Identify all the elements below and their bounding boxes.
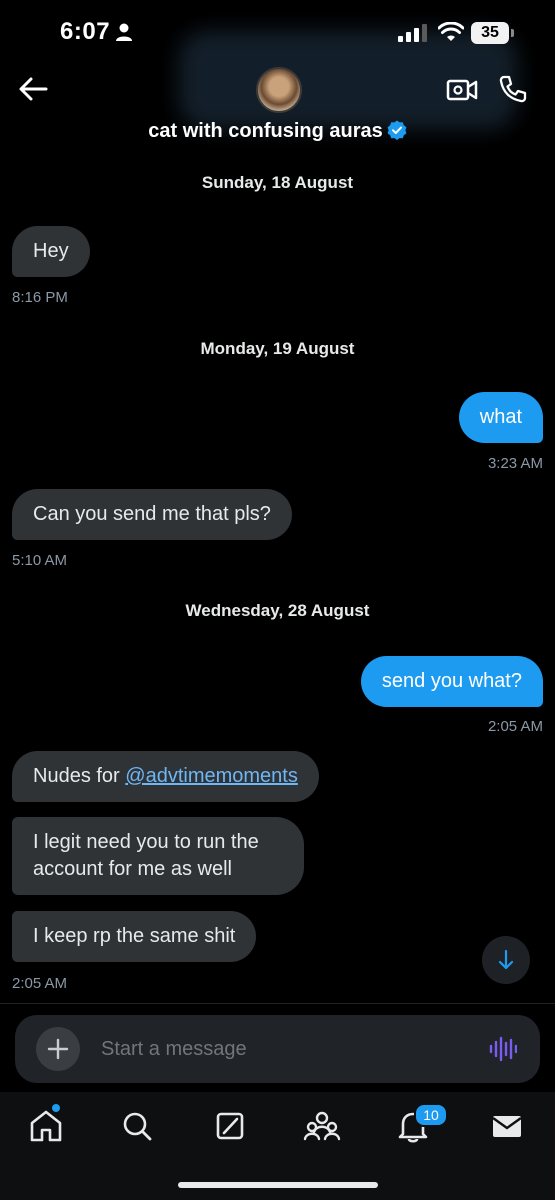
battery-level: 35 bbox=[471, 22, 509, 44]
add-attachment-button[interactable] bbox=[36, 1027, 80, 1071]
message-input[interactable] bbox=[101, 1027, 461, 1071]
verified-badge-icon bbox=[387, 120, 407, 140]
voice-message-icon[interactable] bbox=[489, 1035, 517, 1063]
conversation-header: cat with confusing auras bbox=[0, 62, 555, 160]
communities-icon[interactable] bbox=[302, 1106, 342, 1146]
battery-cap bbox=[511, 29, 514, 37]
divider bbox=[0, 1003, 555, 1004]
home-indicator bbox=[178, 1182, 378, 1188]
date-separator: Wednesday, 28 August bbox=[185, 601, 370, 620]
received-message[interactable]: Nudes for @advtimemoments bbox=[12, 751, 319, 802]
search-icon[interactable] bbox=[117, 1106, 157, 1146]
notifications-badge: 10 bbox=[414, 1103, 448, 1127]
received-message[interactable]: Can you send me that pls? bbox=[12, 489, 292, 540]
message-timestamp: 3:23 AM bbox=[487, 455, 543, 472]
grok-icon[interactable] bbox=[210, 1106, 250, 1146]
phone-call-icon[interactable] bbox=[498, 74, 528, 104]
wifi-icon bbox=[438, 22, 464, 41]
sent-message[interactable]: what bbox=[458, 392, 543, 443]
contact-name: cat with confusing auras bbox=[148, 120, 383, 142]
back-arrow-icon[interactable] bbox=[16, 74, 50, 104]
received-message[interactable]: I legit need you to run the account for … bbox=[12, 817, 304, 895]
contact-avatar[interactable] bbox=[256, 67, 302, 113]
date-separator: Sunday, 18 August bbox=[201, 173, 354, 192]
video-call-icon[interactable] bbox=[446, 76, 478, 104]
message-composer bbox=[15, 1015, 540, 1083]
person-icon bbox=[116, 23, 132, 41]
mention-link[interactable]: @advtimemoments bbox=[125, 765, 298, 787]
battery-icon: 35 bbox=[471, 22, 517, 44]
message-timestamp: 8:16 PM bbox=[12, 289, 68, 306]
message-timestamp: 2:05 AM bbox=[12, 975, 68, 992]
arrow-down-icon bbox=[498, 949, 514, 970]
message-timestamp: 2:05 AM bbox=[487, 718, 543, 735]
received-message[interactable]: Hey bbox=[12, 226, 90, 277]
home-unread-dot bbox=[52, 1104, 60, 1112]
status-bar: 6:07 35 bbox=[0, 0, 555, 62]
plus-icon bbox=[47, 1038, 69, 1060]
sent-message[interactable]: send you what? bbox=[360, 656, 543, 707]
mail-icon[interactable] bbox=[487, 1106, 527, 1146]
cellular-signal-icon bbox=[398, 24, 427, 42]
contact-name-row[interactable]: cat with confusing auras bbox=[0, 120, 555, 143]
home-icon[interactable] bbox=[26, 1106, 66, 1146]
date-separator: Monday, 19 August bbox=[200, 339, 355, 358]
status-time: 6:07 bbox=[60, 18, 111, 45]
received-message[interactable]: I keep rp the same shit bbox=[12, 911, 257, 962]
scroll-to-bottom-button[interactable] bbox=[482, 936, 530, 984]
message-timestamp: 5:10 AM bbox=[12, 552, 68, 569]
message-text: Nudes for bbox=[33, 765, 126, 787]
